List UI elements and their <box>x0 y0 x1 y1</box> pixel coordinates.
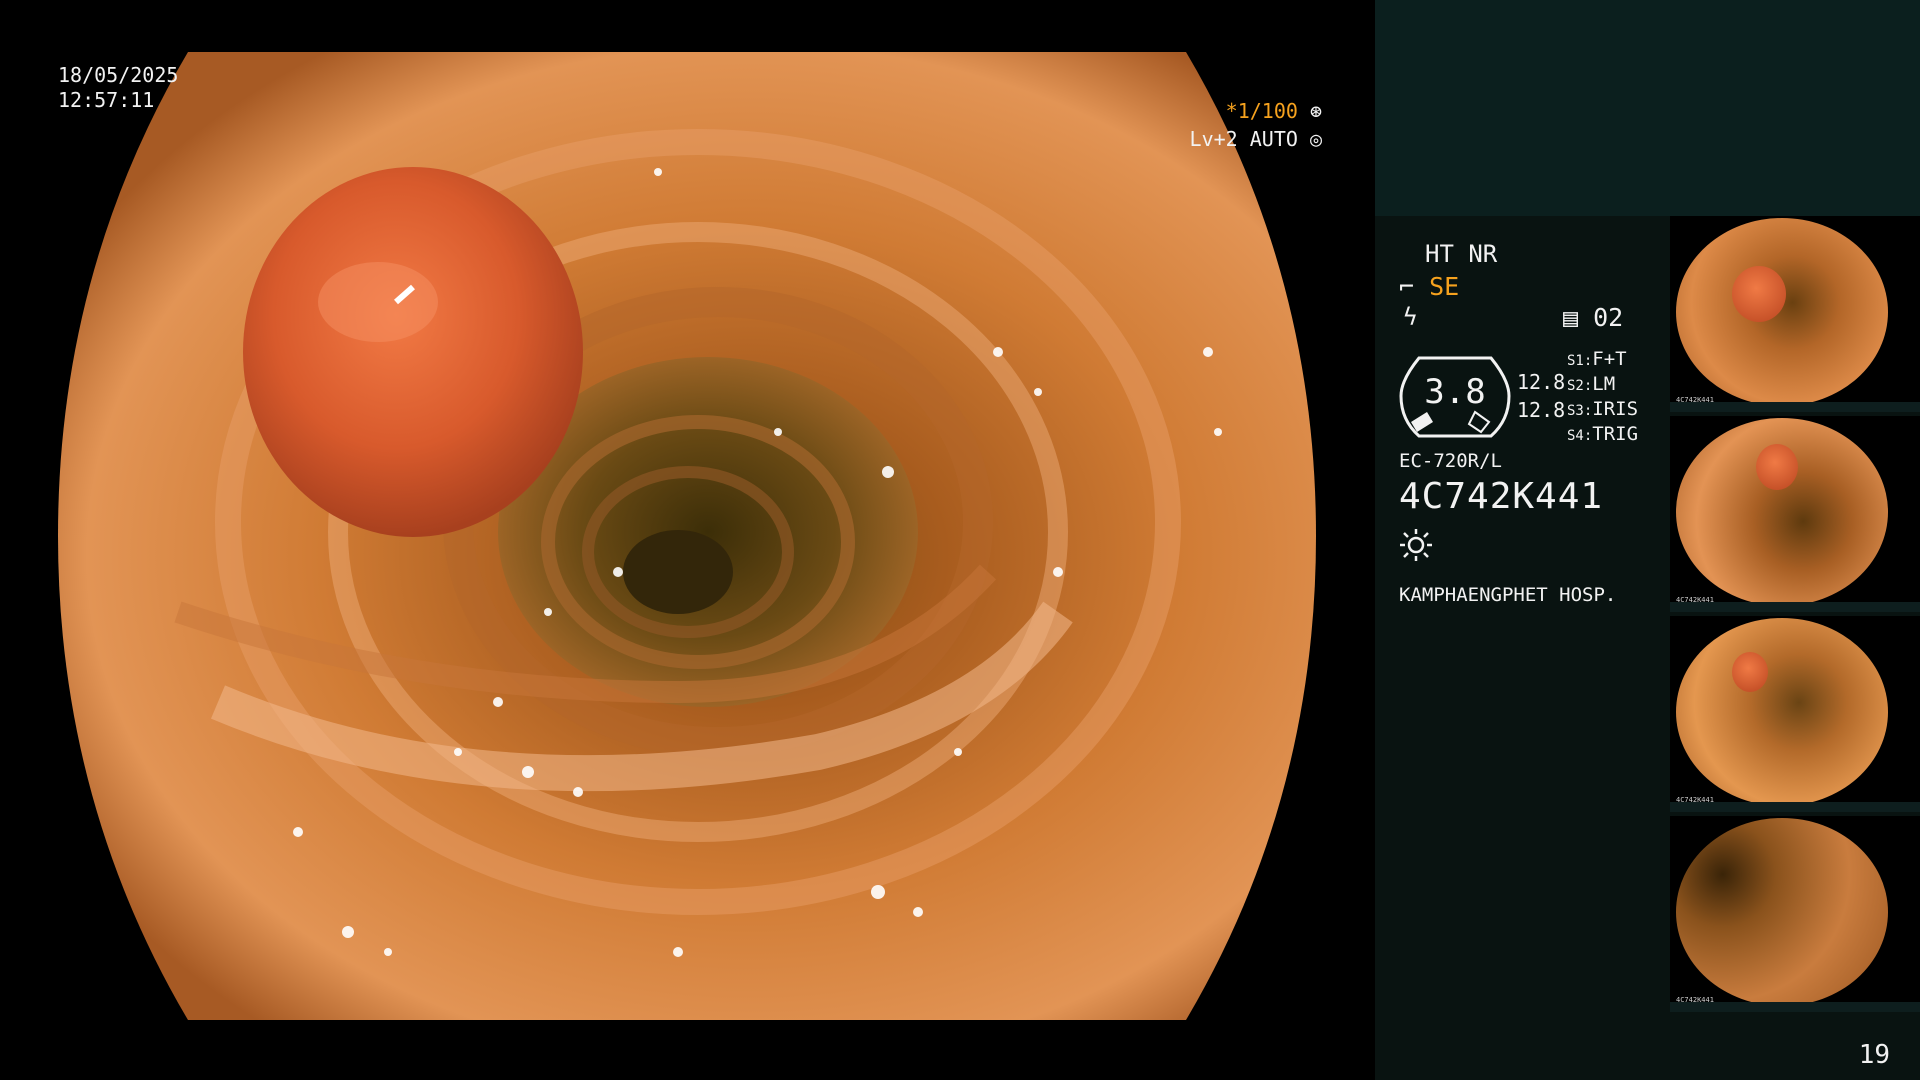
switch-3: S3:IRIS <box>1567 398 1639 420</box>
hospital-name: KAMPHAENGPHET HOSP. <box>1399 584 1617 606</box>
scope-serial: 4C742K441 <box>1399 476 1604 517</box>
thumbnail-strip <box>1670 602 1920 612</box>
memory-icon: ▤ <box>1563 303 1579 332</box>
gauge-value: 3.8 <box>1424 372 1486 412</box>
switch-1: S1:F+T <box>1567 348 1627 370</box>
ht-nr-label: HT NR <box>1425 240 1498 268</box>
thumbnail-2[interactable]: 4C742K441 <box>1670 416 1920 612</box>
aperture-icon: ⊛ <box>1297 99 1322 123</box>
shutter-speed: *1/100 ⊛ <box>1150 98 1322 125</box>
thumbnail-strip <box>1670 1002 1920 1012</box>
time: 12:57:11 <box>58 88 155 112</box>
value-1: 12.8 <box>1517 370 1566 394</box>
thumbnail-1[interactable]: 4C742K441 <box>1670 216 1920 412</box>
polyp-shape <box>1732 652 1768 692</box>
panel-header-area <box>1375 0 1920 216</box>
thumbnail-image <box>1676 618 1888 806</box>
page-number: 19 <box>1858 1040 1890 1070</box>
thumbnail-image <box>1676 818 1888 1006</box>
brightness-icon <box>1400 529 1432 561</box>
polyp-shape <box>1756 444 1798 490</box>
level-value: Lv+2 AUTO <box>1189 127 1298 151</box>
counter-row: ▤ 02 <box>1563 303 1623 332</box>
auto-icon: ◎ <box>1297 127 1322 151</box>
endoscope-viewport: 18/05/2025 12:57:11 *1/100 ⊛ Lv+2 AUTO ◎ <box>0 0 1375 1080</box>
shutter-value: *1/100 <box>1225 99 1298 123</box>
thumbnail-strip <box>1670 802 1920 812</box>
date: 18/05/2025 <box>58 63 179 87</box>
flash-icon: ϟ <box>1403 303 1418 331</box>
thumbnail-strip <box>1670 402 1920 412</box>
thumbnail-3[interactable]: 4C742K441 <box>1670 616 1920 812</box>
switch-4: S4:TRIG <box>1567 423 1639 445</box>
exposure-level: Lv+2 AUTO ◎ <box>1150 126 1322 153</box>
scope-model: EC-720R/L <box>1399 450 1502 472</box>
thumbnail-4[interactable]: 4C742K441 <box>1670 816 1920 1012</box>
value-2: 12.8 <box>1517 398 1566 422</box>
thumbnail-image <box>1676 218 1888 406</box>
switch-2: S2:LM <box>1567 373 1616 395</box>
counter-value: 02 <box>1593 303 1624 332</box>
mode-row: ⌐ SE <box>1399 272 1459 301</box>
mode-label: SE <box>1429 272 1460 301</box>
date-time: 18/05/2025 12:57:11 <box>58 63 178 113</box>
polyp-shape <box>1732 266 1786 322</box>
endoscopy-image <box>58 52 1316 1020</box>
structure-icon: ⌐ <box>1399 272 1415 301</box>
